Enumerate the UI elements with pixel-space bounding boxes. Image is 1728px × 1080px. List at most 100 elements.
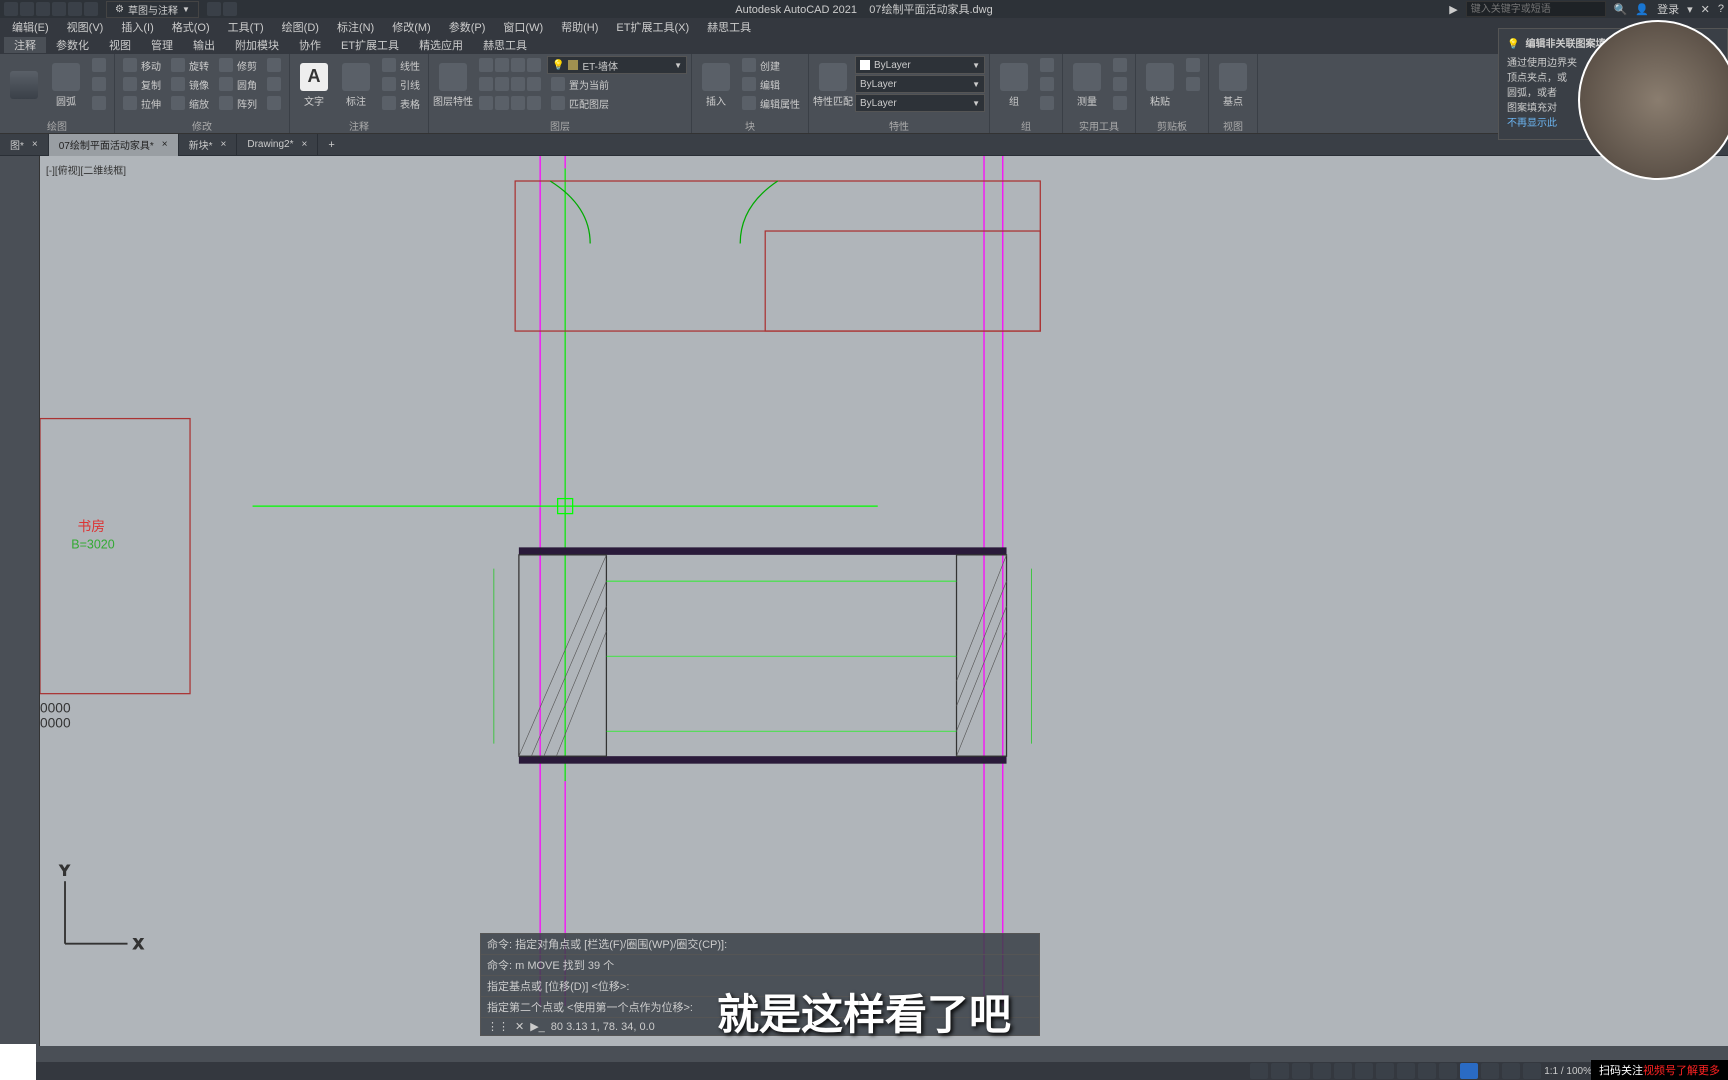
edit-block-button[interactable]: 编辑 <box>738 75 804 93</box>
edit-attr-button[interactable]: 编辑属性 <box>738 94 804 112</box>
group-edit-button[interactable] <box>1036 75 1058 93</box>
trim-button[interactable]: 修剪 <box>215 56 261 74</box>
lineweight-dropdown[interactable]: ByLayer▼ <box>855 75 985 93</box>
fillet-button[interactable]: 圆角 <box>215 75 261 93</box>
layer-a-icon[interactable] <box>479 96 493 110</box>
search-input[interactable] <box>1466 1 1606 17</box>
qat-extra-icon[interactable] <box>223 2 237 16</box>
ungroup-button[interactable] <box>1036 56 1058 74</box>
menu-绘图[interactable]: 绘图(D) <box>274 19 327 35</box>
menu-赫思工具[interactable]: 赫思工具 <box>699 19 759 35</box>
anno-icon[interactable] <box>1502 1063 1520 1079</box>
group-bbox-button[interactable] <box>1036 94 1058 112</box>
snap-icon[interactable] <box>1292 1063 1310 1079</box>
copy-clip-button[interactable] <box>1182 75 1204 93</box>
offset-button[interactable] <box>263 94 285 112</box>
cart-icon[interactable]: ▾ <box>1687 3 1693 16</box>
match-layer-button[interactable]: 匹配图层 <box>547 94 687 112</box>
linetype-dropdown[interactable]: ByLayer▼ <box>855 94 985 112</box>
paste-button[interactable]: 粘贴 <box>1140 56 1180 114</box>
close-icon[interactable]: × <box>302 139 308 150</box>
layer-d-icon[interactable] <box>527 96 541 110</box>
osnap-icon[interactable] <box>1355 1063 1373 1079</box>
erase-button[interactable] <box>263 56 285 74</box>
move-button[interactable]: 移动 <box>119 56 165 74</box>
layer-uniso-icon[interactable] <box>495 77 509 91</box>
file-tab[interactable]: 图*× <box>0 134 49 156</box>
autoscale-icon[interactable] <box>1523 1063 1541 1079</box>
rect-button[interactable] <box>88 94 110 112</box>
layer-state-icon[interactable] <box>479 58 493 72</box>
cut-button[interactable] <box>1182 56 1204 74</box>
menu-et扩展工具[interactable]: ET扩展工具(X) <box>608 19 697 35</box>
drawing-viewport[interactable]: [-][俯视][二维线框] 书房 B=3020 0000 0000 <box>40 156 1728 1046</box>
polar-icon[interactable] <box>1334 1063 1352 1079</box>
qat-open-icon[interactable] <box>36 2 50 16</box>
count-button[interactable] <box>1109 94 1131 112</box>
rotate-button[interactable]: 旋转 <box>167 56 213 74</box>
ribbon-tab-4[interactable]: 输出 <box>183 37 225 53</box>
lwt-icon[interactable] <box>1418 1063 1436 1079</box>
layer-lock-icon[interactable] <box>511 58 525 72</box>
cmd-handle-icon[interactable]: ⋮⋮ <box>487 1020 509 1033</box>
menu-格式[interactable]: 格式(O) <box>164 19 218 35</box>
insert-button[interactable]: 插入 <box>696 56 736 114</box>
ribbon-tab-3[interactable]: 管理 <box>141 37 183 53</box>
menu-窗口[interactable]: 窗口(W) <box>495 19 551 35</box>
ribbon-tab-7[interactable]: ET扩展工具 <box>331 37 409 53</box>
ribbon-tab-2[interactable]: 视图 <box>99 37 141 53</box>
menu-标注[interactable]: 标注(N) <box>329 19 382 35</box>
menu-编辑[interactable]: 编辑(E) <box>4 19 57 35</box>
zoom-label[interactable]: 1:1 / 100% <box>1544 1066 1592 1077</box>
login-label[interactable]: 登录 <box>1657 1 1679 17</box>
match-props-button[interactable]: 特性匹配 <box>813 56 853 114</box>
menu-工具[interactable]: 工具(T) <box>220 19 272 35</box>
scale-button[interactable]: 缩放 <box>167 94 213 112</box>
ribbon-tab-0[interactable]: 注释 <box>4 37 46 53</box>
apps-icon[interactable]: ✕ <box>1701 3 1710 16</box>
menu-视图[interactable]: 视图(V) <box>59 19 112 35</box>
model-button[interactable] <box>1250 1063 1268 1079</box>
qat-save-icon[interactable] <box>20 2 34 16</box>
mirror-button[interactable]: 镜像 <box>167 75 213 93</box>
ribbon-tab-1[interactable]: 参数化 <box>46 37 99 53</box>
arc-button[interactable]: 圆弧 <box>46 56 86 114</box>
layer-iso-icon[interactable] <box>479 77 493 91</box>
transp-icon[interactable] <box>1439 1063 1457 1079</box>
layer-b-icon[interactable] <box>495 96 509 110</box>
cycle-icon[interactable] <box>1460 1063 1478 1079</box>
array-button[interactable]: 阵列 <box>215 94 261 112</box>
menu-参数[interactable]: 参数(P) <box>441 19 494 35</box>
copy-button[interactable]: 复制 <box>119 75 165 93</box>
ribbon-tab-6[interactable]: 协作 <box>289 37 331 53</box>
menu-修改[interactable]: 修改(M) <box>384 19 439 35</box>
close-icon[interactable]: × <box>221 139 227 150</box>
layer-freeze-icon[interactable] <box>495 58 509 72</box>
group-button[interactable]: 组 <box>994 56 1034 114</box>
menu-插入[interactable]: 插入(I) <box>113 19 161 35</box>
circle-button[interactable] <box>88 75 110 93</box>
grid-icon[interactable] <box>1271 1063 1289 1079</box>
ribbon-tab-5[interactable]: 附加模块 <box>225 37 289 53</box>
otrack-icon[interactable] <box>1376 1063 1394 1079</box>
qat-redo-icon[interactable] <box>84 2 98 16</box>
layer-off-icon[interactable] <box>527 58 541 72</box>
leader-button[interactable]: 引线 <box>378 75 424 93</box>
qat-share-icon[interactable] <box>207 2 221 16</box>
color-dropdown[interactable]: ByLayer▼ <box>855 56 985 74</box>
layer-props-button[interactable]: 图层特性 <box>433 56 473 114</box>
ribbon-tab-9[interactable]: 赫思工具 <box>473 37 537 53</box>
file-tab[interactable]: 07绘制平面活动家具*× <box>49 134 179 156</box>
linear-button[interactable]: 线性 <box>378 56 424 74</box>
file-tab[interactable]: 新块*× <box>179 134 238 156</box>
line-button[interactable] <box>4 56 44 114</box>
create-block-button[interactable]: 创建 <box>738 56 804 74</box>
menu-帮助[interactable]: 帮助(H) <box>553 19 606 35</box>
close-icon[interactable]: × <box>32 139 38 150</box>
text-button[interactable]: A文字 <box>294 56 334 114</box>
select-button[interactable] <box>1109 75 1131 93</box>
base-button[interactable]: 基点 <box>1213 56 1253 114</box>
polyline-button[interactable] <box>88 56 110 74</box>
table-button[interactable]: 表格 <box>378 94 424 112</box>
help-icon[interactable]: ? <box>1718 3 1724 15</box>
